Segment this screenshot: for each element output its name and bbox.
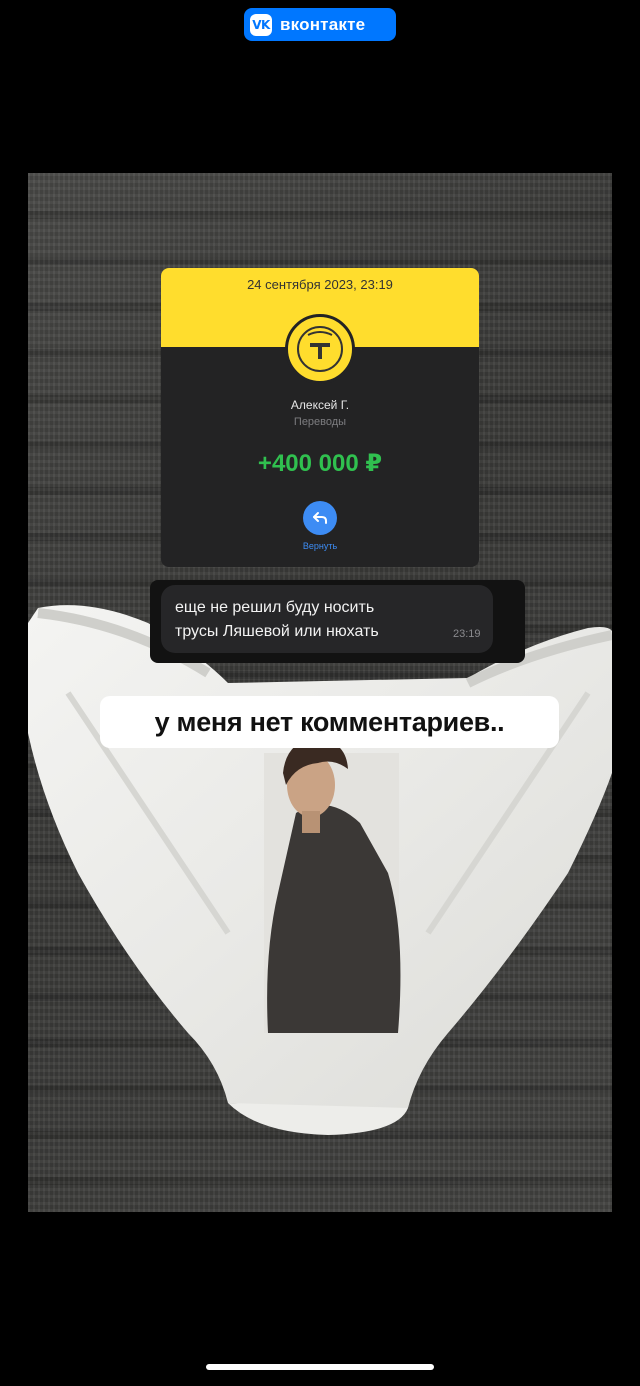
bank-logo-icon bbox=[285, 314, 355, 384]
printed-portrait bbox=[264, 738, 401, 1033]
caption-text: у меня нет комментариев.. bbox=[100, 696, 559, 748]
transfer-date: 24 сентября 2023, 23:19 bbox=[247, 277, 393, 292]
home-indicator[interactable] bbox=[206, 1364, 434, 1370]
transfer-category: Переводы bbox=[293, 416, 347, 428]
message-text-line-2: трусы Ляшевой или нюхать bbox=[175, 623, 379, 640]
transfer-amount: +400 000 ₽ bbox=[257, 450, 383, 477]
return-label: Вернуть bbox=[302, 541, 338, 551]
vk-logo-icon: VK bbox=[250, 13, 272, 36]
message-bubble: еще не решил буду носить трусы Ляшевой и… bbox=[161, 585, 493, 653]
return-button[interactable] bbox=[303, 501, 337, 535]
vk-badge[interactable]: VK вконтакте bbox=[244, 8, 396, 41]
sender-name: Алексей Г. bbox=[290, 398, 350, 412]
chat-message-screenshot: еще не решил буду носить трусы Ляшевой и… bbox=[150, 580, 525, 663]
message-text-line-1: еще не решил буду носить bbox=[175, 599, 375, 616]
undo-arrow-icon bbox=[313, 512, 327, 524]
bank-transfer-receipt: 24 сентября 2023, 23:19 Алексей Г. Перев… bbox=[161, 268, 479, 567]
message-time: 23:19 bbox=[453, 628, 481, 640]
vk-brand-name: вконтакте bbox=[280, 14, 366, 34]
